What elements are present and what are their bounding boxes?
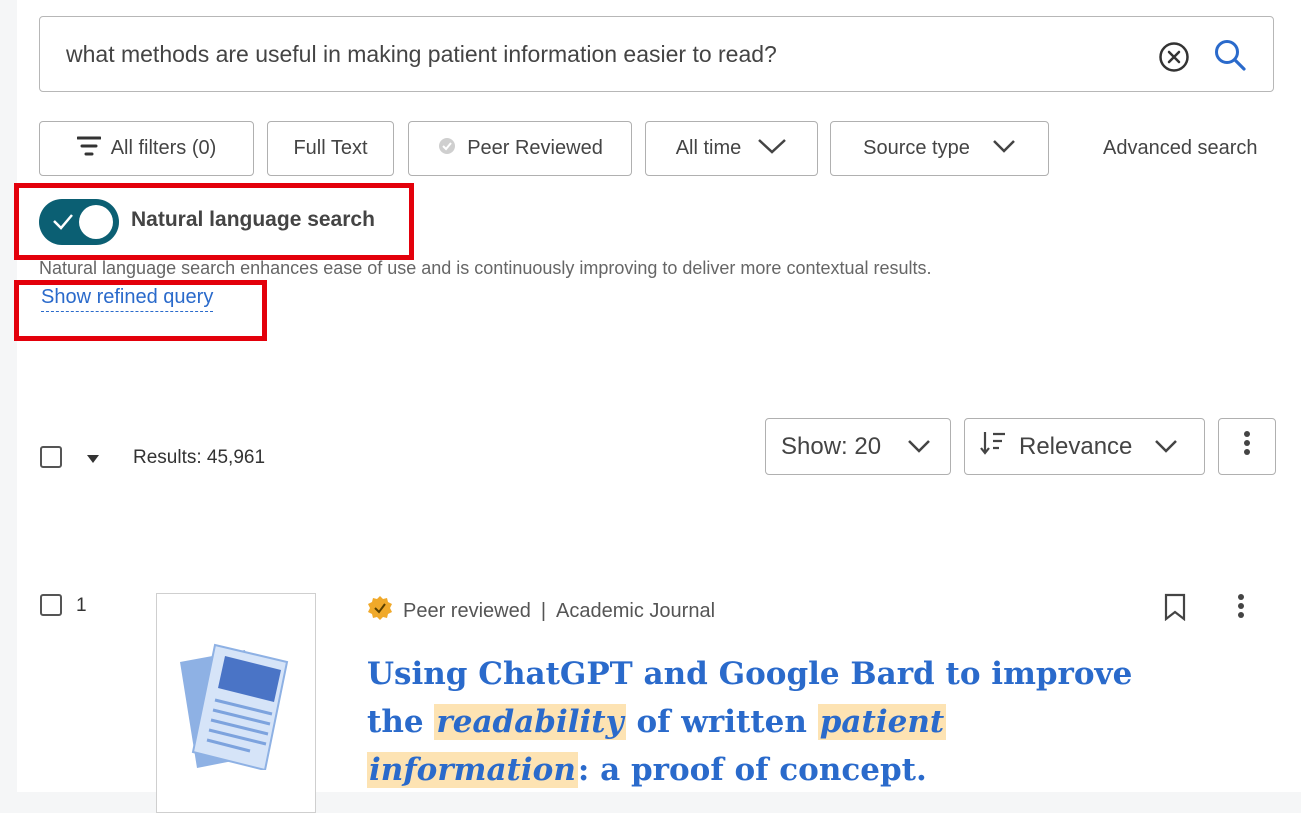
clear-circle-icon[interactable] [1158,41,1190,73]
caret-down-icon[interactable] [86,451,100,469]
all-filters-label: All filters (0) [110,137,217,159]
chevron-down-icon [907,433,931,461]
check-icon [51,209,75,233]
full-text-label: Full Text [293,137,368,159]
result-title-link[interactable]: Using ChatGPT and Google Bard to improve… [367,650,1167,794]
search-box[interactable]: what methods are useful in making patien… [39,16,1274,92]
more-options-button[interactable] [1218,418,1276,475]
peer-reviewed-text: Peer reviewed [403,599,531,622]
source-type-dropdown[interactable]: Source type [830,121,1049,176]
title-text: of written [636,704,807,740]
source-type-label: Source type [863,137,970,159]
sort-icon [979,430,1007,463]
highlight-term: patient [817,704,947,740]
show-per-page-dropdown[interactable]: Show: 20 [765,418,951,475]
results-count: Results: 45,961 [133,447,266,468]
kebab-icon[interactable] [1237,593,1245,624]
search-icon[interactable] [1212,37,1248,73]
full-text-button[interactable]: Full Text [267,121,394,176]
natural-language-toggle[interactable] [39,199,119,245]
natural-language-label: Natural language search [131,208,375,231]
sort-dropdown[interactable]: Relevance [964,418,1205,475]
badge-icon [437,136,457,162]
document-icon [175,640,300,775]
chevron-down-icon [992,137,1016,160]
all-time-dropdown[interactable]: All time [645,121,818,176]
kebab-icon [1243,430,1251,463]
chevron-down-icon [1154,433,1178,461]
select-all-checkbox[interactable] [40,446,62,468]
source-type-text: Academic Journal [556,599,716,622]
sort-label: Relevance [1019,432,1133,460]
document-thumbnail[interactable] [156,593,316,813]
result-checkbox[interactable] [40,594,62,616]
peer-reviewed-button[interactable]: Peer Reviewed [408,121,632,176]
show-per-page-label: Show: 20 [781,432,882,460]
all-time-label: All time [675,137,742,159]
result-number: 1 [76,595,87,616]
meta-separator: | [540,599,547,622]
show-refined-query-link[interactable]: Show refined query [41,286,214,312]
result-meta: Peer reviewed | Academic Journal [367,595,715,627]
bookmark-icon[interactable] [1164,593,1186,626]
peer-reviewed-label: Peer Reviewed [467,137,603,159]
natural-language-description: Natural language search enhances ease of… [39,258,932,278]
peer-reviewed-badge-icon [367,595,393,627]
search-input[interactable]: what methods are useful in making patien… [66,41,777,68]
highlight-term: information [367,752,578,788]
chevron-down-icon [757,137,787,161]
title-text: : a proof of concept. [577,752,927,788]
advanced-search-link[interactable]: Advanced search [1103,137,1258,160]
filter-icon [76,135,102,163]
highlight-term: readability [434,704,626,740]
toggle-knob [79,205,113,239]
all-filters-button[interactable]: All filters (0) [39,121,254,176]
